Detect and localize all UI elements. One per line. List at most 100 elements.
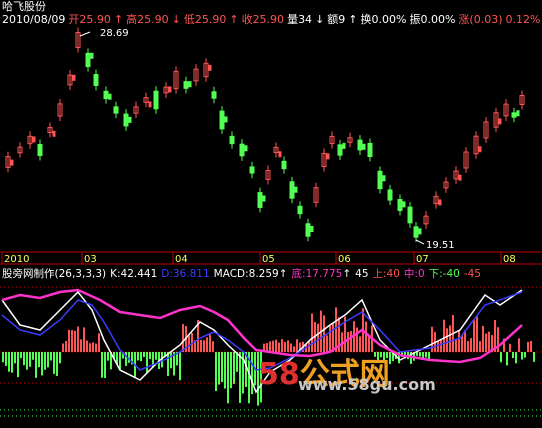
macd-bar bbox=[125, 352, 127, 366]
macd-bar bbox=[326, 335, 328, 352]
high-mark-pointer bbox=[79, 31, 91, 37]
macd-bar bbox=[479, 341, 481, 352]
macd-bar bbox=[41, 352, 43, 376]
month-label: 03 bbox=[84, 254, 97, 265]
macd-bar bbox=[170, 352, 172, 369]
macd-bar bbox=[473, 320, 475, 352]
macd-bar bbox=[419, 352, 421, 357]
macd-bar bbox=[485, 333, 487, 352]
macd-bar bbox=[182, 324, 184, 352]
macd-bar bbox=[359, 336, 361, 352]
month-label: 08 bbox=[503, 254, 516, 265]
macd-bar bbox=[146, 352, 148, 373]
candle-body bbox=[239, 143, 245, 157]
d-value: D:36.811 bbox=[161, 268, 210, 280]
macd-bar bbox=[119, 352, 121, 370]
macd-bar bbox=[233, 352, 235, 384]
indicator-params: (26,3,3,3) bbox=[54, 268, 107, 280]
candle-body bbox=[10, 159, 14, 166]
macd-bar bbox=[350, 330, 352, 352]
candle-body bbox=[211, 91, 217, 99]
macd-bar bbox=[44, 352, 46, 370]
macd-bar bbox=[167, 352, 169, 376]
macd-bar bbox=[77, 326, 79, 352]
macd-bar bbox=[203, 340, 205, 352]
macd-bar bbox=[467, 341, 469, 352]
xia-value: 下:-40 bbox=[428, 268, 460, 280]
di-value: 底:17.775 bbox=[291, 268, 343, 280]
macd-bar bbox=[497, 327, 499, 352]
candle-body bbox=[72, 74, 76, 81]
macd-bar bbox=[65, 340, 67, 352]
candle-body bbox=[93, 74, 99, 86]
macd-bar bbox=[521, 352, 523, 360]
low-mark-pointer bbox=[415, 239, 425, 245]
macd-bar bbox=[14, 352, 16, 364]
macd-bar bbox=[35, 352, 37, 378]
candle-body bbox=[128, 116, 132, 123]
macd-bar bbox=[425, 352, 427, 358]
macd-bar bbox=[59, 352, 61, 364]
month-label: 04 bbox=[175, 254, 188, 265]
macd-bar bbox=[272, 340, 274, 352]
macd-bar bbox=[278, 342, 280, 352]
macd-bar bbox=[317, 323, 319, 352]
macd-bar bbox=[212, 341, 214, 352]
candle-body bbox=[367, 142, 373, 158]
candle-body bbox=[219, 110, 225, 130]
macd-bar bbox=[17, 352, 19, 378]
stock-chart-window: 哈飞股份 2010/08/09 开 25.90 ↑ 高 25.90 ↓ 低 25.90… bbox=[0, 0, 542, 428]
shang-value: 上:40 bbox=[372, 268, 400, 280]
macd-bar bbox=[506, 352, 508, 366]
macd-bar bbox=[287, 340, 289, 352]
candle-body bbox=[458, 174, 462, 181]
candle-body bbox=[478, 146, 482, 153]
watermark-url: www.58gu.com bbox=[298, 375, 436, 394]
candle-body bbox=[148, 101, 152, 108]
candle-body bbox=[153, 90, 159, 110]
macd-bar bbox=[311, 313, 313, 352]
macd-bar bbox=[527, 341, 529, 352]
macd-bar bbox=[440, 340, 442, 352]
macd-bar bbox=[329, 325, 331, 352]
macd-bar bbox=[200, 339, 202, 352]
candle-body bbox=[407, 206, 413, 224]
macd-bar bbox=[335, 307, 337, 352]
candle-body bbox=[208, 64, 212, 71]
macd-bar bbox=[251, 352, 253, 395]
macd-bar bbox=[461, 335, 463, 352]
xv-value: -45 bbox=[463, 268, 481, 280]
macd-bar bbox=[98, 333, 100, 352]
macd-bar bbox=[458, 329, 460, 352]
macd-bar bbox=[269, 341, 271, 352]
candle-body bbox=[357, 139, 363, 151]
macd-bar bbox=[23, 352, 25, 366]
macd-bar bbox=[488, 331, 490, 352]
up-arrow-icon: ↑ bbox=[342, 268, 352, 280]
macd-bar bbox=[62, 343, 64, 352]
macd-bar bbox=[224, 352, 226, 389]
macd-bar bbox=[2, 352, 4, 363]
macd-bar bbox=[89, 343, 91, 352]
candle-body bbox=[402, 201, 406, 208]
indicator-bar: 股旁网制作 (26,3,3,3) K:42.441 D:36.811 MACD:… bbox=[2, 268, 481, 281]
candle-body bbox=[418, 228, 422, 235]
candle-body bbox=[278, 151, 282, 158]
zhong-value: 中:0 bbox=[403, 268, 425, 280]
macd-bar bbox=[470, 338, 472, 352]
macd-bar bbox=[137, 352, 139, 361]
macd-bar bbox=[215, 352, 217, 392]
macd-bar bbox=[32, 352, 34, 360]
candle-body bbox=[52, 130, 56, 137]
macd-bar bbox=[500, 352, 502, 363]
macd-bar bbox=[104, 352, 106, 379]
macd-bar bbox=[53, 352, 55, 374]
candle-body bbox=[281, 160, 287, 170]
candle-body bbox=[168, 86, 172, 93]
candle-body bbox=[511, 112, 517, 118]
candle-body bbox=[310, 226, 314, 233]
candle-body bbox=[224, 116, 228, 123]
macd-bar bbox=[230, 352, 232, 389]
macd-bar bbox=[293, 346, 295, 352]
macd-bar bbox=[83, 327, 85, 352]
